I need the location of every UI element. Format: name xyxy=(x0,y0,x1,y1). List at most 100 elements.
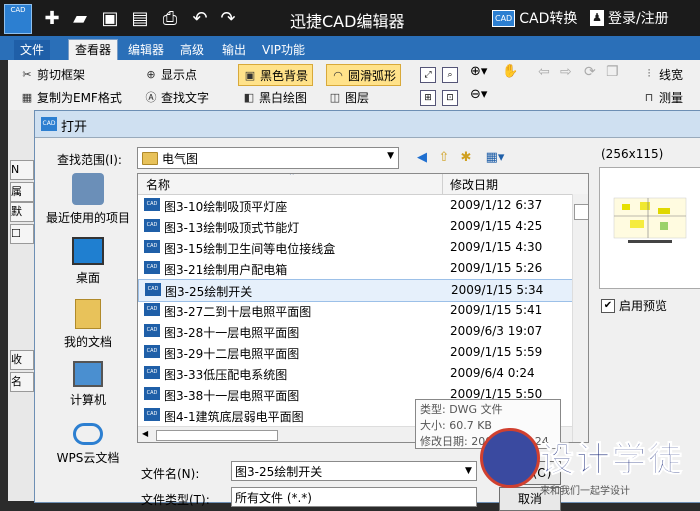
cut-frame-label: 剪切框架 xyxy=(37,67,86,82)
save-icon[interactable]: ▣ xyxy=(98,6,122,30)
file-row[interactable]: CAD 图3-29十二层电照平面图 2009/1/15 5:59 xyxy=(138,342,572,363)
linewidth-button[interactable]: ⫶ 线宽 xyxy=(642,64,683,84)
panel-collapse-toggle[interactable]: ☐ xyxy=(10,224,34,244)
arrow-right-icon[interactable]: ⇨ xyxy=(560,64,572,80)
file-row[interactable]: CAD 图3-27二到十层电照平面图 2009/1/15 5:41 xyxy=(138,300,572,321)
rotate-icon[interactable]: ⟳ xyxy=(584,64,596,80)
place-wps-cloud[interactable]: WPS云文档 xyxy=(43,423,133,466)
tab-file[interactable]: 文件 xyxy=(14,40,51,60)
file-row[interactable]: CAD 图3-21绘制用户配电箱 2009/1/15 5:26 xyxy=(138,258,572,279)
copy-icon[interactable]: ❐ xyxy=(606,64,619,80)
login-button[interactable]: ♟ 登录/注册 xyxy=(590,7,669,29)
zoom-out-icon[interactable]: ⊖▾ xyxy=(470,87,487,102)
zoom-window-icon[interactable]: ⌕ xyxy=(442,66,458,83)
panel-tab-default[interactable]: 默 xyxy=(10,202,34,222)
find-text-button[interactable]: Ⓐ 查找文字 xyxy=(144,87,210,107)
arrow-left-icon[interactable]: ⇦ xyxy=(538,64,550,80)
view-menu-icon[interactable]: ▦▾ xyxy=(481,148,509,166)
zoom-in-icon[interactable]: ⊕▾ xyxy=(470,64,487,79)
new-file-icon[interactable]: ✚ xyxy=(40,6,64,30)
zoom-extents-icon[interactable]: ⊞ xyxy=(420,89,436,106)
pan-hand-icon[interactable]: ✋ xyxy=(502,64,518,79)
look-in-select[interactable]: 电气图 ▼ xyxy=(137,147,399,169)
place-documents-label: 我的文档 xyxy=(63,335,112,349)
cad-file-icon: CAD xyxy=(144,198,160,211)
column-name[interactable]: 名称 xyxy=(146,176,170,193)
find-text-label: 查找文字 xyxy=(161,90,210,105)
open-folder-icon[interactable]: ▰ xyxy=(68,6,92,30)
enable-preview-checkbox[interactable]: ✔ 启用预览 xyxy=(601,297,667,314)
measure-button[interactable]: ⊓ 测量 xyxy=(642,87,683,107)
ribbon: ✂ 剪切框架 ▦ 复制为EMF格式 ⊕ 显示点 Ⓐ 查找文字 ▣ 黑色背景 ◠ 圆滑弧形 ◧… xyxy=(8,60,700,111)
file-row[interactable]: CAD 图3-28十一层电照平面图 2009/6/3 19:07 xyxy=(138,321,572,342)
file-name: 图3-15绘制卫生间等电位接线盒 xyxy=(164,242,336,256)
file-name: 图3-28十一层电照平面图 xyxy=(164,326,300,340)
copy-emf-button[interactable]: ▦ 复制为EMF格式 xyxy=(20,87,122,107)
horizontal-scroll-thumb[interactable] xyxy=(156,430,278,441)
file-row[interactable]: CAD 图3-33低压配电系统图 2009/6/4 0:24 xyxy=(138,363,572,384)
folder-icon xyxy=(142,151,158,165)
measure-label: 测量 xyxy=(659,90,684,105)
panel-tab-n[interactable]: N xyxy=(10,160,34,180)
tab-editor[interactable]: 编辑器 xyxy=(122,40,170,60)
vertical-scrollbar[interactable] xyxy=(572,194,588,442)
chevron-down-icon[interactable]: ▼ xyxy=(465,466,472,476)
file-name: 图4-1建筑底层弱电平面图 xyxy=(164,410,304,424)
scroll-thumb[interactable] xyxy=(574,204,588,220)
panel-tab-properties[interactable]: 属 xyxy=(10,182,34,202)
cad-convert-button[interactable]: CAD CAD转换 xyxy=(492,7,577,29)
panel-tab-name[interactable]: 名 xyxy=(10,372,34,392)
save-as-icon[interactable]: ▤ xyxy=(128,6,152,30)
file-name: 图3-13绘制吸顶式节能灯 xyxy=(164,221,300,235)
file-row[interactable]: CAD 图3-13绘制吸顶式节能灯 2009/1/15 4:25 xyxy=(138,216,572,237)
tab-output[interactable]: 输出 xyxy=(216,40,252,60)
file-name: 图3-10绘制吸顶平灯座 xyxy=(164,200,288,214)
place-computer[interactable]: 计算机 xyxy=(43,361,133,408)
filetype-select[interactable]: 所有文件 (*.*) xyxy=(231,487,477,507)
black-white-draw-button[interactable]: ◧ 黑白绘图 xyxy=(242,87,307,107)
tab-viewer[interactable]: 查看器 xyxy=(68,39,119,61)
file-date: 2009/6/4 0:24 xyxy=(450,366,535,380)
zoom-all-icon[interactable]: ⊡ xyxy=(442,89,458,106)
preview-size: (256x115) xyxy=(601,147,664,161)
file-name: 图3-33低压配电系统图 xyxy=(164,368,288,382)
tab-advanced[interactable]: 高级 xyxy=(174,40,210,60)
watermark-logo xyxy=(480,428,540,488)
smooth-arc-button[interactable]: ◠ 圆滑弧形 xyxy=(326,64,402,86)
sort-up-icon: ⌃ xyxy=(288,173,296,182)
file-row[interactable]: CAD 图3-10绘制吸顶平灯座 2009/1/12 6:37 xyxy=(138,195,572,216)
layers-button[interactable]: ◫ 图层 xyxy=(328,87,369,107)
arc-icon: ◠ xyxy=(333,68,343,82)
show-points-label: 显示点 xyxy=(161,67,198,82)
cad-app-icon: CAD xyxy=(41,117,57,131)
layers-label: 图层 xyxy=(345,90,370,105)
undo-icon[interactable]: ↶ xyxy=(188,6,212,30)
watermark-text: 设计学徒 xyxy=(540,440,684,481)
black-background-button[interactable]: ▣ 黑色背景 xyxy=(238,64,314,86)
watermark: 设计学徒 来和我们一起学设计 xyxy=(474,428,700,501)
file-row-selected[interactable]: CAD 图3-25绘制开关 2009/1/15 5:34 xyxy=(138,279,574,302)
cad-file-icon: CAD xyxy=(144,324,160,337)
place-desktop[interactable]: 桌面 xyxy=(43,237,133,286)
redo-icon[interactable]: ↷ xyxy=(216,6,240,30)
back-icon[interactable]: ◀ xyxy=(413,148,431,166)
cut-frame-button[interactable]: ✂ 剪切框架 xyxy=(20,64,85,84)
computer-icon xyxy=(73,361,103,387)
scroll-left-icon[interactable]: ◀ xyxy=(142,429,148,438)
up-folder-icon[interactable]: ⇧ xyxy=(435,148,453,166)
panel-tab-favorites[interactable]: 收 xyxy=(10,350,34,370)
zoom-fit-icon[interactable]: ⤢ xyxy=(420,66,436,83)
print-icon[interactable]: ⎙ xyxy=(158,6,182,30)
place-recent[interactable]: 最近使用的项目 xyxy=(43,173,133,226)
file-name: 图3-29十二层电照平面图 xyxy=(164,347,300,361)
file-row[interactable]: CAD 图3-15绘制卫生间等电位接线盒 2009/1/15 4:30 xyxy=(138,237,572,258)
cad-file-icon: CAD xyxy=(144,219,160,232)
show-points-button[interactable]: ⊕ 显示点 xyxy=(144,64,197,84)
tab-vip[interactable]: VIP功能 xyxy=(256,40,311,60)
new-folder-icon[interactable]: ✱ xyxy=(457,148,475,166)
place-documents[interactable]: 我的文档 xyxy=(43,299,133,350)
filename-input[interactable]: 图3-25绘制开关 xyxy=(231,461,477,481)
column-date[interactable]: 修改日期 xyxy=(450,176,498,193)
file-date: 2009/1/12 6:37 xyxy=(450,198,543,212)
file-date: 2009/1/15 5:59 xyxy=(450,345,543,359)
